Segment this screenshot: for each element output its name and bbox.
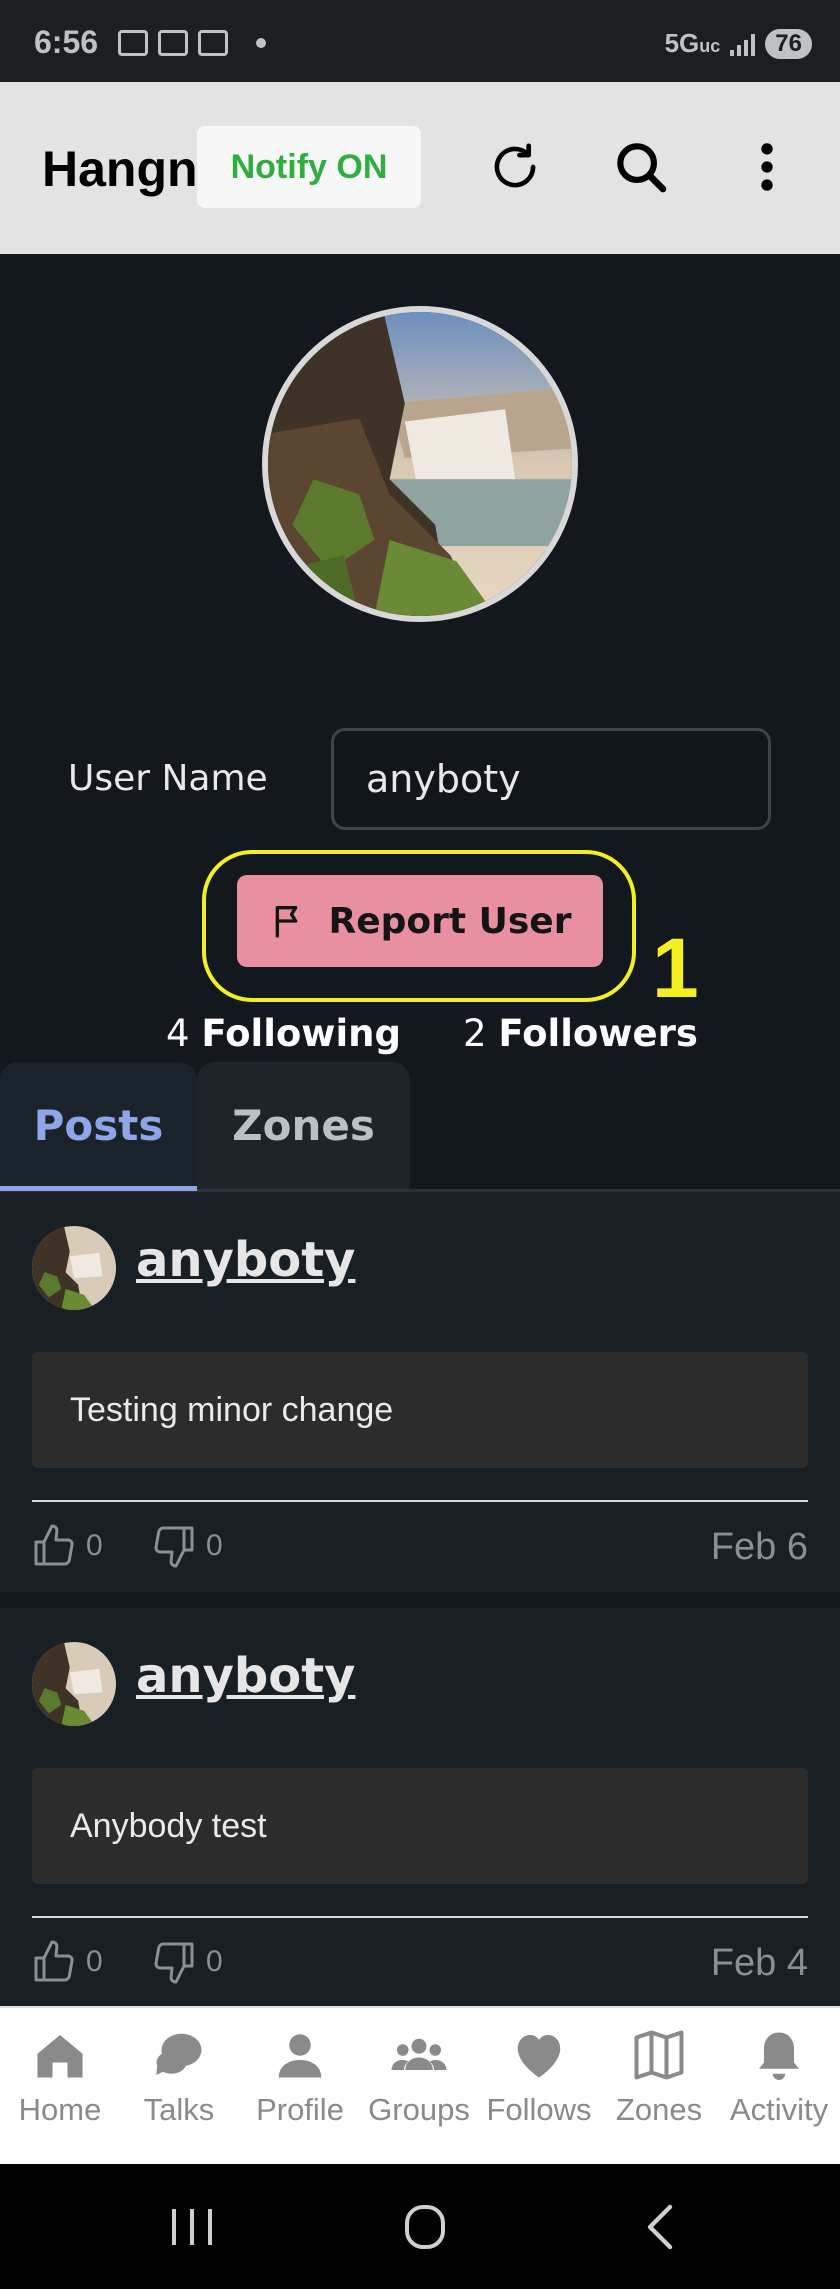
post-content: Testing minor change <box>32 1352 808 1468</box>
more-vert-icon[interactable] <box>736 136 798 198</box>
refresh-icon[interactable] <box>484 136 546 198</box>
dislike-count: 0 <box>206 1945 223 1978</box>
bottom-nav: Home Talks Profile Groups Follows Zones … <box>0 2006 840 2166</box>
report-user-button[interactable]: Report User <box>237 875 603 967</box>
app-header: Hangn Notify ON <box>0 82 840 254</box>
groups-icon <box>391 2038 447 2070</box>
thumbs-down-icon <box>154 1942 194 1984</box>
home-button-icon[interactable] <box>395 2202 455 2252</box>
notify-toggle-button[interactable]: Notify ON <box>197 126 421 208</box>
thumbs-up-icon <box>34 1940 74 1982</box>
post-card: anyboty Anybody test 0 0 Feb 4 <box>0 1608 840 2008</box>
like-button[interactable]: 0 <box>30 1938 103 1986</box>
person-icon <box>278 2034 322 2078</box>
system-nav-bar <box>0 2164 840 2289</box>
status-right: 5Guc 76 <box>665 28 812 59</box>
nav-follows[interactable]: Follows <box>479 2024 599 2128</box>
search-icon[interactable] <box>610 136 672 198</box>
post-divider <box>32 1500 808 1502</box>
active-tab-indicator <box>0 1186 197 1191</box>
post-avatar[interactable] <box>32 1642 116 1726</box>
avatar-image <box>268 312 572 616</box>
post-avatar[interactable] <box>32 1226 116 1310</box>
following-count[interactable]: 4 Following <box>166 1012 401 1055</box>
nav-zones[interactable]: Zones <box>599 2024 719 2128</box>
report-user-label: Report User <box>328 900 572 942</box>
post-username-link[interactable]: anyboty <box>136 1232 355 1288</box>
tab-zones[interactable]: Zones <box>197 1062 410 1189</box>
post-content: Anybody test <box>32 1768 808 1884</box>
annotation-number: 1 <box>652 921 699 1015</box>
home-icon <box>37 2035 83 2078</box>
dislike-button[interactable]: 0 <box>150 1522 223 1570</box>
flag-icon <box>275 906 297 938</box>
tab-posts[interactable]: Posts <box>0 1062 197 1189</box>
bell-icon <box>759 2032 799 2080</box>
notification-icons <box>118 30 266 56</box>
thumbs-down-icon <box>154 1526 194 1568</box>
stack-icon <box>198 30 228 56</box>
post-date: Feb 6 <box>710 1526 808 1568</box>
calendar-icon <box>118 30 148 56</box>
profile-tabs: Posts Zones <box>0 1062 840 1192</box>
more-notifications-icon <box>256 38 266 48</box>
avatar-image <box>32 1226 116 1310</box>
battery-indicator: 76 <box>765 28 812 59</box>
map-icon <box>634 2030 684 2080</box>
post-date: Feb 4 <box>710 1942 808 1984</box>
like-count: 0 <box>86 1529 103 1562</box>
dislike-button[interactable]: 0 <box>150 1938 223 1986</box>
recents-icon[interactable] <box>162 2202 222 2252</box>
network-indicator: 5Guc <box>664 28 721 58</box>
like-button[interactable]: 0 <box>30 1522 103 1570</box>
heart-icon <box>517 2035 561 2078</box>
status-time: 6:56 <box>34 24 99 60</box>
post-card: anyboty Testing minor change 0 0 Feb 6 <box>0 1192 840 1592</box>
thumbs-up-icon <box>34 1524 74 1566</box>
app-title: Hangn <box>42 141 198 197</box>
status-bar: 6:56 5Guc 76 <box>0 0 840 82</box>
username-field[interactable] <box>331 728 771 830</box>
post-divider <box>32 1916 808 1918</box>
dislike-count: 0 <box>206 1529 223 1562</box>
screenshot-icon <box>158 30 188 56</box>
nav-home[interactable]: Home <box>0 2024 120 2128</box>
nav-talks[interactable]: Talks <box>119 2024 239 2128</box>
like-count: 0 <box>86 1945 103 1978</box>
post-username-link[interactable]: anyboty <box>136 1648 355 1704</box>
nav-profile[interactable]: Profile <box>240 2024 360 2128</box>
chat-icon <box>156 2033 202 2075</box>
profile-avatar[interactable] <box>262 306 578 622</box>
nav-groups[interactable]: Groups <box>359 2024 479 2128</box>
followers-count[interactable]: 2 Followers <box>463 1012 698 1055</box>
avatar-image <box>32 1642 116 1726</box>
back-icon[interactable] <box>632 2202 692 2252</box>
nav-activity[interactable]: Activity <box>719 2024 839 2128</box>
signal-icon <box>730 32 756 56</box>
username-label: User Name <box>68 758 268 799</box>
